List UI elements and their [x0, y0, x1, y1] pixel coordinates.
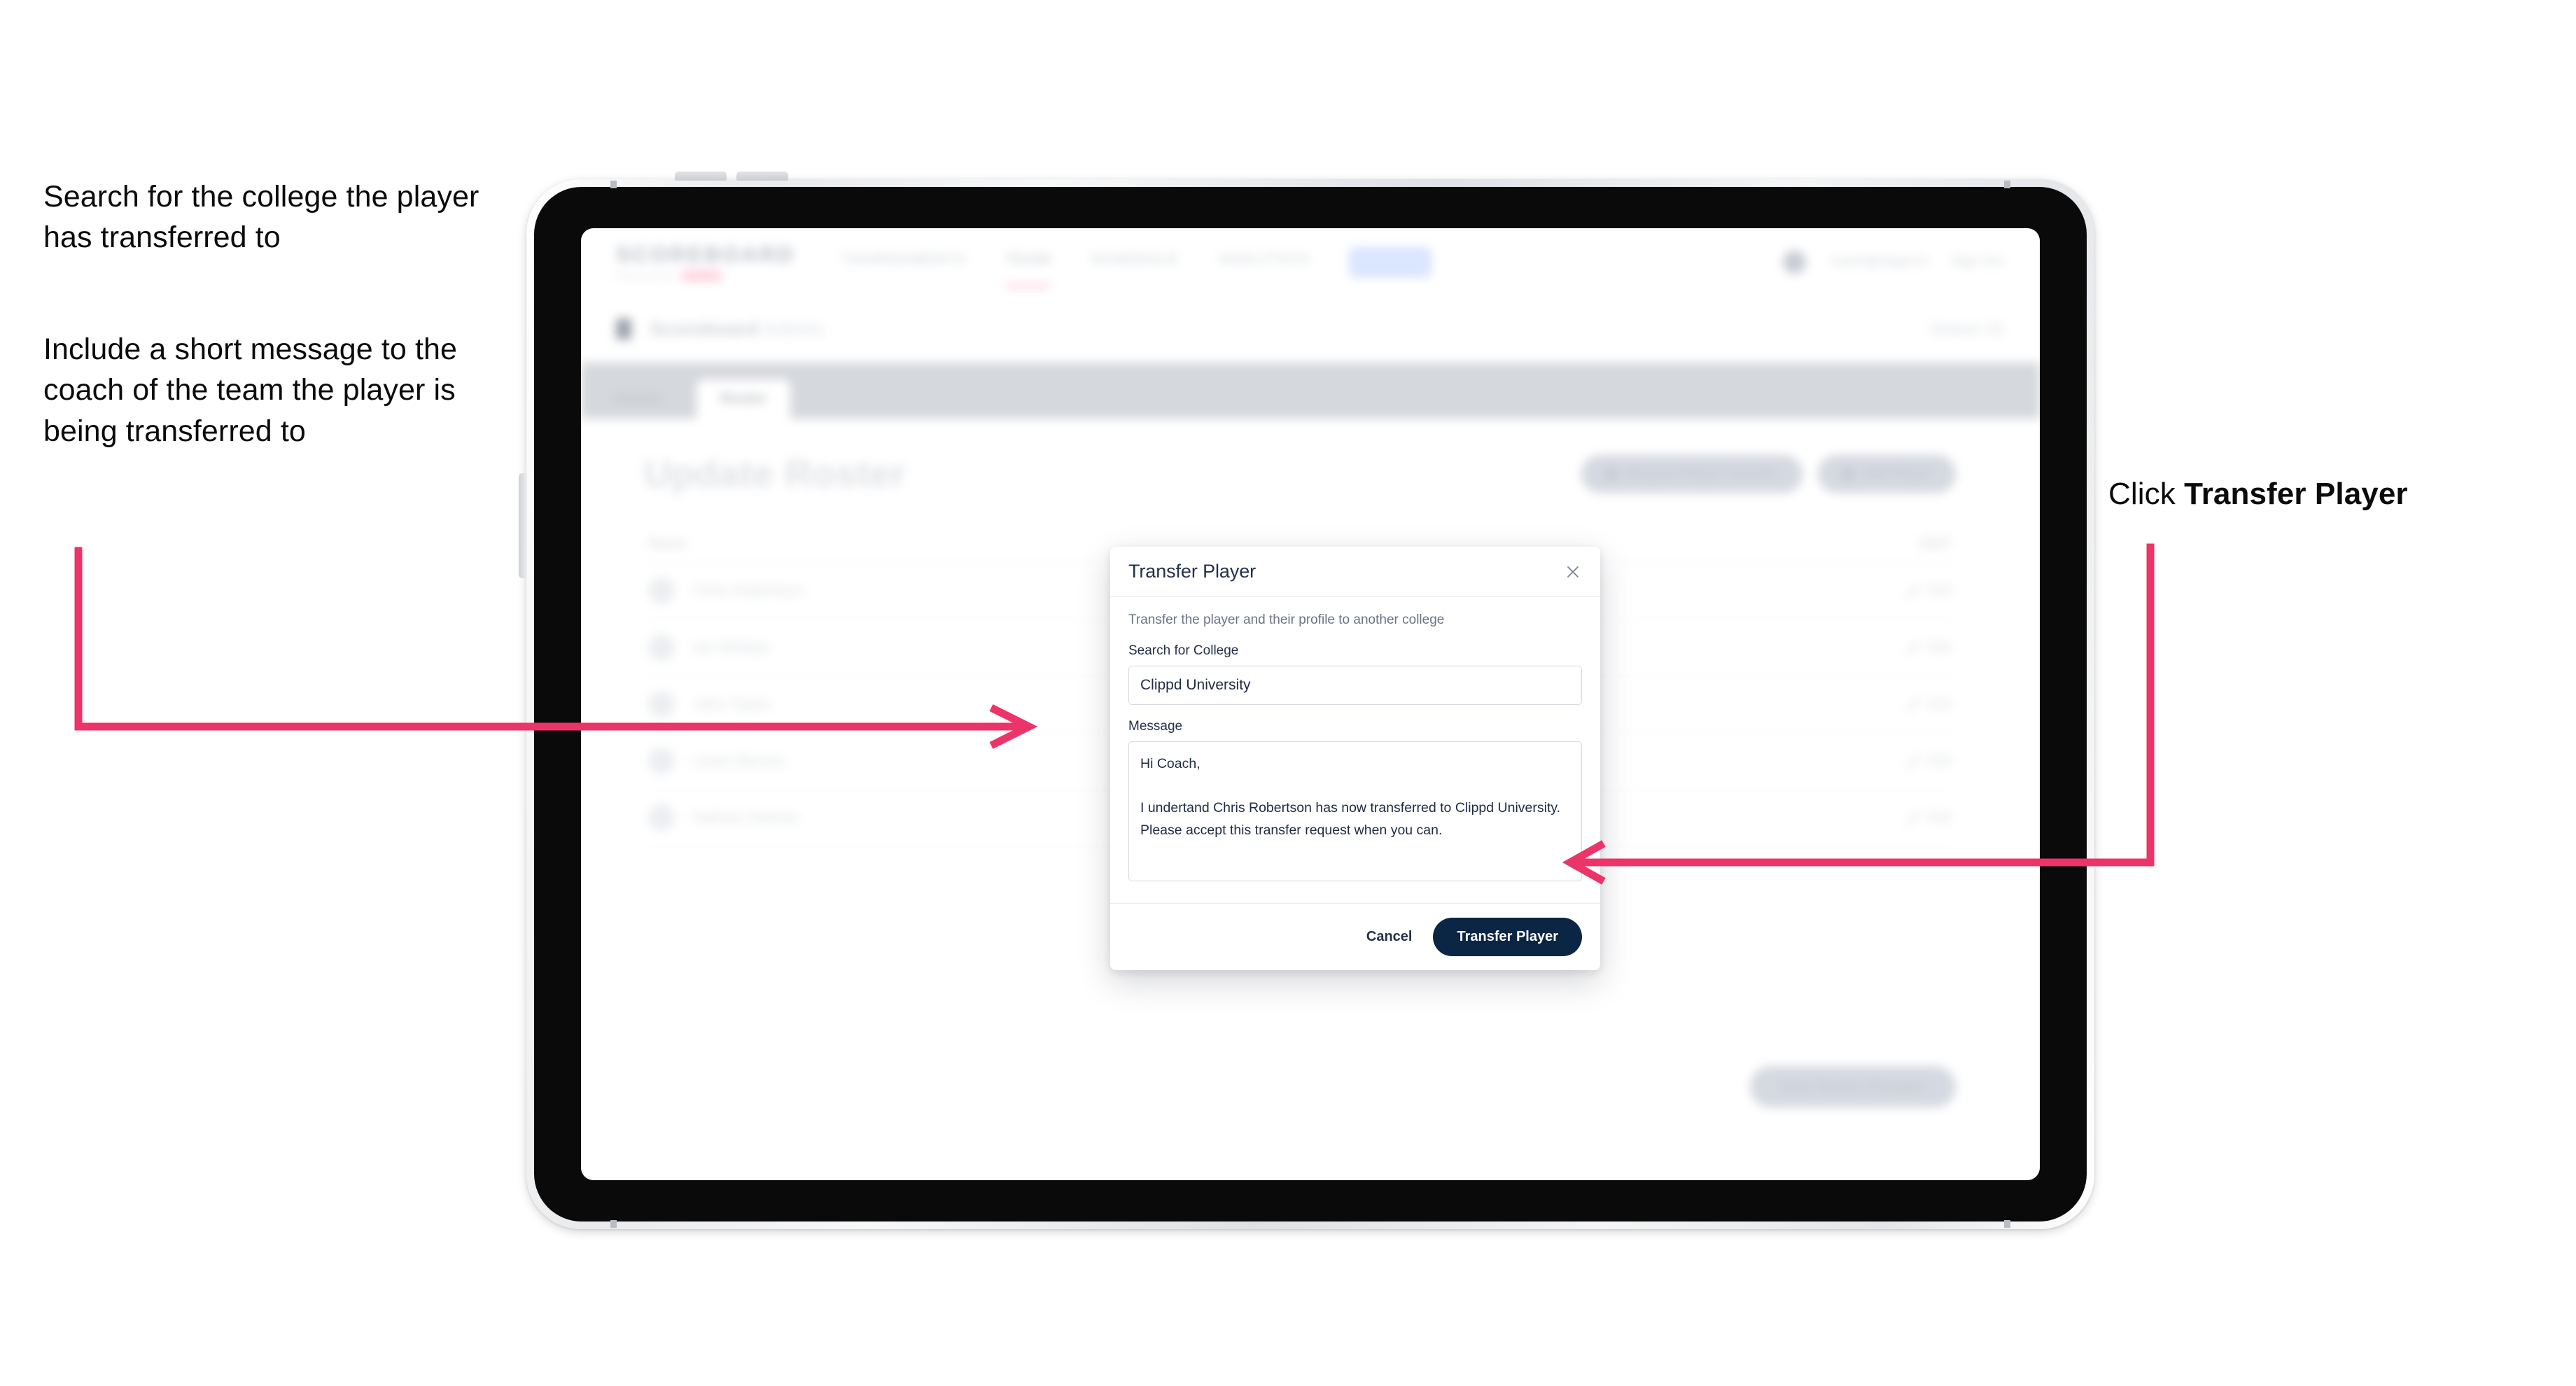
tablet-device-mockup: SCOREBOARD Powered by clippd TOURNAMENTS…	[519, 172, 2094, 1229]
dialog-body: Transfer the player and their profile to…	[1110, 597, 1600, 903]
college-field-label: Search for College	[1128, 643, 1239, 658]
annotation-include-message: Include a short message to the coach of …	[43, 332, 458, 448]
cancel-button[interactable]: Cancel	[1362, 923, 1417, 951]
annotation-click-transfer: Click Transfer Player	[2108, 473, 2542, 515]
dialog-subtitle: Transfer the player and their profile to…	[1128, 612, 1445, 627]
annotation-click-bold: Transfer Player	[2184, 477, 2408, 511]
annotation-search-college: Search for the college the player has tr…	[43, 180, 479, 255]
message-textarea[interactable]	[1128, 741, 1582, 881]
antenna-line-top-right	[2004, 181, 2010, 188]
device-screen: SCOREBOARD Powered by clippd TOURNAMENTS…	[581, 228, 2040, 1180]
power-button[interactable]	[519, 473, 527, 578]
annotation-click-prefix: Click	[2108, 477, 2185, 511]
close-icon[interactable]	[1562, 561, 1583, 582]
message-field-label: Message	[1128, 719, 1183, 734]
antenna-line-bottom-left	[610, 1220, 617, 1228]
volume-down-button[interactable]	[736, 172, 788, 181]
volume-up-button[interactable]	[675, 172, 727, 181]
transfer-player-button[interactable]: Transfer Player	[1433, 918, 1582, 956]
screenshot-root: Search for the college the player has tr…	[0, 0, 2576, 1386]
search-college-input[interactable]	[1128, 666, 1582, 705]
transfer-player-dialog: Transfer Player Transfer the player and …	[1110, 547, 1600, 970]
dialog-header: Transfer Player	[1110, 547, 1600, 597]
antenna-line-top-left	[610, 181, 617, 188]
antenna-line-bottom-right	[2004, 1220, 2010, 1228]
dialog-title: Transfer Player	[1128, 561, 1256, 582]
dialog-footer: Cancel Transfer Player	[1110, 903, 1600, 970]
